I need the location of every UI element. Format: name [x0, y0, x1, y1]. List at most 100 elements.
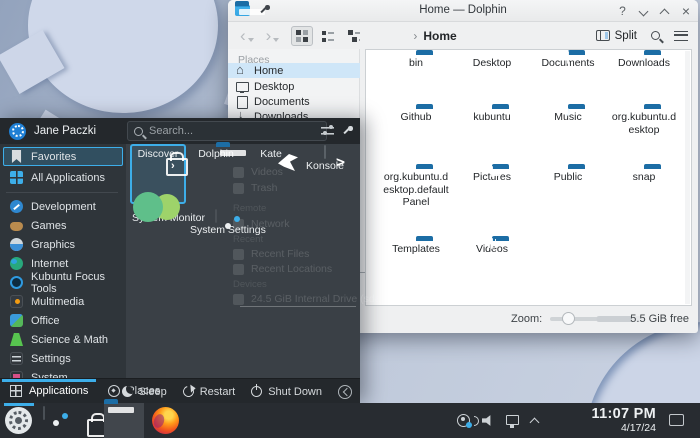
icons-view-icon [296, 30, 308, 42]
details-view-icon [348, 30, 360, 42]
search-icon [134, 127, 143, 136]
desktop-icon [236, 81, 248, 93]
sidebar-item-graphics[interactable]: Graphics [3, 235, 123, 254]
grid-icon [10, 171, 23, 184]
split-button[interactable]: Split [596, 30, 637, 42]
menu-icon[interactable] [674, 31, 688, 41]
folder-item[interactable]: ♪ Music [530, 108, 606, 124]
breadcrumb-chevron-icon: › [413, 29, 417, 43]
favorite-kate[interactable]: Kate [243, 144, 299, 204]
volume-tray-icon[interactable] [482, 415, 494, 427]
bookmark-icon [10, 150, 23, 163]
sidebar-item-development[interactable]: Development [3, 197, 123, 216]
applications-grid-icon [10, 385, 22, 397]
restart-icon [181, 384, 196, 399]
forward-history-caret[interactable] [273, 38, 279, 42]
help-button[interactable]: ? [619, 4, 626, 18]
favorite-dolphin[interactable]: Dolphin [188, 144, 244, 204]
restart-button[interactable]: Restart [183, 386, 235, 398]
folder-item[interactable]: Public [530, 168, 606, 184]
user-name: Jane Paczki [34, 125, 96, 137]
taskbar-task-dolphin[interactable] [104, 403, 144, 438]
sidebar-item-office[interactable]: Office [3, 311, 123, 330]
free-space-label: 5.5 GiB free [630, 313, 689, 325]
sleep-moon-icon [122, 386, 133, 397]
breadcrumb[interactable]: › Home [413, 29, 456, 43]
icons-view-button[interactable] [291, 26, 313, 46]
folder-item[interactable]: Documents [530, 54, 606, 70]
compact-view-button[interactable] [317, 26, 339, 46]
launcher-footer: Applications Places Sleep Restart Shut D… [0, 378, 360, 403]
system-settings-icon [215, 209, 217, 223]
ghost-section-devices: Devices [233, 279, 267, 290]
development-icon [10, 200, 23, 213]
settings-icon [10, 352, 23, 365]
launcher-header: Jane Paczki [0, 118, 360, 144]
places-item-documents[interactable]: Documents [228, 94, 360, 109]
dolphin-titlebar[interactable]: Home — Dolphin ? × [228, 0, 698, 22]
favorite-system-monitor[interactable]: System Monitor [130, 208, 186, 268]
folder-item[interactable]: Templates [378, 240, 454, 256]
scrollbar[interactable] [685, 51, 690, 304]
sidebar-item-games[interactable]: Games [3, 216, 123, 235]
taskbar-discover[interactable] [79, 407, 106, 434]
configure-icon[interactable] [321, 126, 334, 135]
places-item-home[interactable]: Home [228, 63, 360, 78]
tray-expand-caret[interactable] [530, 417, 540, 427]
shutdown-button[interactable]: Shut Down [251, 386, 322, 398]
favorite-konsole[interactable]: > Konsole [297, 144, 353, 204]
search-icon[interactable] [651, 31, 660, 40]
app-launcher: Jane Paczki Favorites All Applications D… [0, 118, 360, 403]
favorite-system-settings[interactable]: System Settings [188, 208, 244, 268]
folder-item[interactable]: kubuntu [454, 108, 530, 124]
home-icon [236, 65, 248, 77]
office-icon [10, 314, 23, 327]
folder-item[interactable]: Desktop [454, 54, 530, 70]
user-avatar[interactable] [9, 123, 26, 140]
chevron-left-circle-icon[interactable] [338, 385, 352, 399]
kubuntu-launcher-button[interactable] [5, 407, 32, 434]
network-tray-icon[interactable] [506, 415, 519, 425]
internet-icon [10, 257, 23, 270]
digital-clock[interactable]: 11:07 PM 4/17/24 [592, 406, 656, 434]
sidebar-item-science-math[interactable]: Science & Math [3, 330, 123, 349]
maximize-button[interactable] [659, 8, 669, 18]
folder-item[interactable]: Github [378, 108, 454, 124]
ghost-places-recent-locations: Recent Locations [233, 263, 332, 275]
search-input[interactable] [149, 125, 299, 137]
minimize-button[interactable] [638, 6, 648, 16]
sidebar-item-all-applications[interactable]: All Applications [3, 168, 123, 187]
show-desktop-button[interactable] [669, 414, 684, 426]
folder-view[interactable]: bin Desktop Documents ↓ Downloads Github… [365, 49, 692, 306]
details-view-button[interactable] [343, 26, 365, 46]
folder-item[interactable]: Pictures [454, 168, 530, 184]
sidebar-item-favorites[interactable]: Favorites [3, 147, 123, 166]
close-button[interactable]: × [682, 3, 690, 19]
forward-button[interactable]: › [266, 27, 272, 44]
pin-icon[interactable] [341, 125, 353, 137]
sidebar-item-kubuntu-focus-tools[interactable]: Kubuntu Focus Tools [3, 273, 123, 292]
places-item-desktop[interactable]: Desktop [228, 79, 360, 94]
sleep-button[interactable]: Sleep [122, 386, 167, 398]
breadcrumb-home[interactable]: Home [423, 29, 456, 43]
folder-item[interactable]: ↓ Downloads [606, 54, 682, 70]
sidebar-item-multimedia[interactable]: Multimedia [3, 292, 123, 311]
folder-item[interactable]: Videos [454, 240, 530, 256]
folder-item[interactable]: bin [378, 54, 454, 70]
launcher-search[interactable] [127, 121, 327, 141]
launcher-sidebar: Favorites All Applications Development G… [0, 144, 126, 378]
updates-tray-icon[interactable] [457, 414, 470, 427]
folder-item[interactable]: org.kubuntu.desktop [606, 108, 682, 136]
folder-item[interactable]: org.kubuntu.desktop.default Panel [378, 168, 454, 209]
taskbar-system-settings[interactable] [43, 407, 70, 434]
tab-applications[interactable]: Applications [0, 379, 98, 403]
back-button[interactable]: ‹ [240, 27, 246, 44]
compact-view-icon [322, 30, 334, 42]
sidebar-item-settings[interactable]: Settings [3, 349, 123, 368]
back-history-caret[interactable] [248, 38, 254, 42]
zoom-slider-handle[interactable] [562, 312, 575, 325]
folder-item[interactable]: snap [606, 168, 682, 184]
taskbar-firefox[interactable] [152, 407, 179, 434]
focus-tools-icon [10, 276, 23, 289]
document-icon [236, 96, 248, 108]
